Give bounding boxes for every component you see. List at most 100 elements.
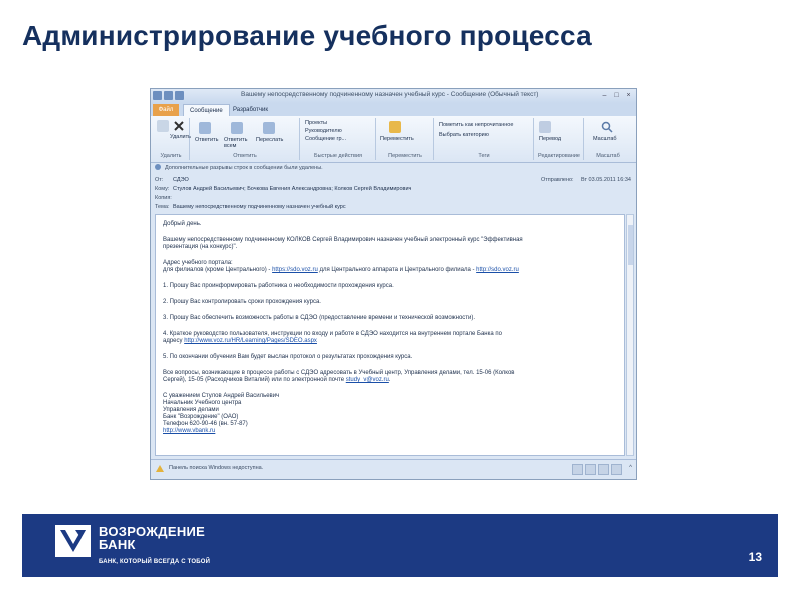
bank-logo-icon <box>55 525 91 557</box>
from-value: СДЭО <box>173 177 189 183</box>
redo-icon[interactable] <box>175 91 184 100</box>
ribbon-group-editing: Перевод Редактирование <box>535 118 584 160</box>
zoom-icon[interactable] <box>601 121 613 133</box>
group-label-zoom: Масштаб <box>596 153 620 159</box>
group-label-delete: Удалить <box>160 153 182 159</box>
ribbon-group-quick-steps: Проекты Руководителю Сообщение гр... Быс… <box>301 118 376 160</box>
vertical-scrollbar[interactable] <box>626 214 634 456</box>
reply-icon[interactable] <box>199 122 211 134</box>
item-1: 1. Прошу Вас проинформировать работника … <box>163 283 394 289</box>
portal-line: для филиалов (кроме Центрального) - http… <box>163 267 519 274</box>
move-folder-icon[interactable] <box>389 121 401 133</box>
group-label-quick-steps: Быстрые действия <box>313 153 362 159</box>
body-p1-line1: Вашему непосредственному подчиненному КО… <box>163 237 523 243</box>
portal-text-a: для филиалов (кроме Центрального) - <box>163 267 273 273</box>
group-label-editing: Редактирование <box>538 153 580 159</box>
forward-button[interactable]: Переслать <box>256 137 283 143</box>
signature-line4: Банк "Возрождение" (ОАО) <box>163 414 239 420</box>
warning-icon <box>156 465 164 472</box>
study-email-link[interactable]: study_v@voz.ru <box>346 377 389 383</box>
scrollbar-thumb[interactable] <box>628 225 633 265</box>
ribbon: Удалить Удалить Ответить Ответить всем П… <box>151 116 636 163</box>
status-text: Панель поиска Windows недоступна. <box>169 465 264 471</box>
reply-all-icon[interactable] <box>231 122 243 134</box>
person-icon[interactable] <box>598 464 609 475</box>
window-titlebar: Вашему непосредственному подчиненному на… <box>151 89 636 103</box>
ignore-icon[interactable] <box>157 120 169 132</box>
translate-icon[interactable] <box>539 121 551 133</box>
people-pane <box>572 464 622 475</box>
status-bar: Панель поиска Windows недоступна. ^ <box>151 459 636 479</box>
save-icon[interactable] <box>153 91 162 100</box>
tab-message[interactable]: Сообщение <box>183 104 230 116</box>
slide-title: Администрирование учебного процесса <box>22 20 592 51</box>
subject-value: Вашему непосредственному подчиненному на… <box>173 204 346 210</box>
quick-step-team-message[interactable]: Сообщение гр... <box>305 136 346 142</box>
to-label: Кому: <box>155 186 170 192</box>
questions-line1: Все вопросы, возникающие в процессе рабо… <box>163 370 515 376</box>
signature-line2: Начальник Учебного центра <box>163 400 242 406</box>
to-value: Стулов Андрей Васильевич; Бочкова Евгени… <box>173 186 412 192</box>
zoom-button[interactable]: Масштаб <box>593 136 617 142</box>
forward-icon[interactable] <box>263 122 275 134</box>
vbank-link[interactable]: http://www.vbank.ru <box>163 428 215 434</box>
undo-icon[interactable] <box>164 91 173 100</box>
window-title: Вашему непосредственному подчиненному на… <box>241 91 539 98</box>
delete-button[interactable]: Удалить <box>170 134 191 140</box>
categorize-button[interactable]: Выбрать категорию <box>439 132 489 138</box>
group-label-tags: Теги <box>478 153 490 159</box>
info-bar[interactable]: Дополнительные разрывы строк в сообщении… <box>151 163 636 173</box>
group-label-respond: Ответить <box>233 153 257 159</box>
signature-line3: Управления делами <box>163 407 219 413</box>
greeting: Добрый день. <box>163 221 202 227</box>
portal-link-central[interactable]: http://sdo.voz.ru <box>476 267 519 273</box>
person-icon[interactable] <box>572 464 583 475</box>
item-4-line1: 4. Краткое руководство пользователя, инс… <box>163 331 502 337</box>
item-4-prefix: адресу <box>163 338 185 344</box>
maximize-button[interactable]: □ <box>612 91 621 100</box>
questions-end: . <box>388 377 391 383</box>
sent-label: Отправлено: <box>541 177 574 183</box>
item-3: 3. Прошу Вас обеспечить возможность рабо… <box>163 315 476 321</box>
brand-slogan: БАНК, КОТОРЫЙ ВСЕГДА С ТОБОЙ <box>99 559 211 565</box>
move-button[interactable]: Переместить <box>380 136 414 142</box>
page-number: 13 <box>748 550 762 564</box>
info-text: Дополнительные разрывы строк в сообщении… <box>165 165 323 171</box>
sdeo-guide-link[interactable]: http://www.voz.ru/HR/Learning/Pages/SDEO… <box>184 338 317 344</box>
brand-line2: БАНК <box>99 537 136 552</box>
message-body[interactable]: Добрый день. Вашему непосредственному по… <box>155 214 634 456</box>
ribbon-group-zoom: Масштаб Масштаб <box>585 118 631 160</box>
tab-file[interactable]: Файл <box>153 104 179 116</box>
item-5: 5. По окончании обучения Вам будет высла… <box>163 354 413 360</box>
portal-link-branches[interactable]: https://sdo.voz.ru <box>272 267 318 273</box>
outlook-message-window: Вашему непосредственному подчиненному на… <box>150 88 637 480</box>
from-label: От: <box>155 177 164 183</box>
sent-value: Вт 03.05.2011 16:34 <box>581 177 631 183</box>
minimize-button[interactable]: – <box>600 91 609 100</box>
close-button[interactable]: × <box>624 91 633 100</box>
translate-button[interactable]: Перевод <box>539 136 561 142</box>
questions-line2: Сергей), 15-05 (Расходчиков Виталий) или… <box>163 377 391 384</box>
ribbon-group-move: Переместить Переместить <box>377 118 434 160</box>
mark-unread-button[interactable]: Пометить как непрочитанное <box>439 122 513 128</box>
expand-icon[interactable]: ^ <box>629 465 632 471</box>
subject-label: Тема: <box>155 204 170 210</box>
tab-developer[interactable]: Разработчик <box>227 104 274 116</box>
ribbon-group-respond: Ответить Ответить всем Переслать Ответит… <box>191 118 300 160</box>
portal-label: Адрес учебного портала: <box>163 260 233 266</box>
quick-access-toolbar <box>153 91 184 100</box>
reply-button[interactable]: Ответить <box>195 137 219 143</box>
person-icon[interactable] <box>611 464 622 475</box>
ribbon-group-delete: Удалить Удалить <box>153 118 191 160</box>
quick-step-manager[interactable]: Руководителю <box>305 128 342 134</box>
item-2: 2. Прошу Вас контролировать сроки прохож… <box>163 299 321 305</box>
ribbon-group-tags: Пометить как непрочитанное Выбрать катег… <box>435 118 534 160</box>
signature-line1: С уважением Стулов Андрей Васильевич <box>163 393 280 399</box>
person-icon[interactable] <box>585 464 596 475</box>
delete-icon[interactable] <box>173 120 185 132</box>
reply-all-button[interactable]: Ответить всем <box>224 137 252 149</box>
quick-step-projects[interactable]: Проекты <box>305 120 327 126</box>
body-p1-line2: презентация (на конкурс)". <box>163 244 238 250</box>
cc-label: Копия: <box>155 195 172 201</box>
ribbon-tabs: Файл Сообщение Разработчик <box>151 103 636 116</box>
